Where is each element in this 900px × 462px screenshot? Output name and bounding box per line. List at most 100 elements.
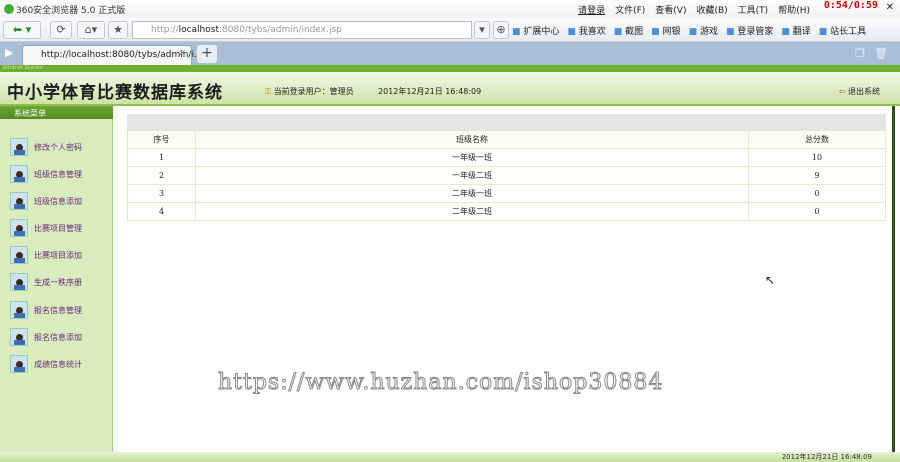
cell-total-score: 0 — [748, 202, 886, 221]
sidebar-item-class-manage[interactable]: 班级信息管理 — [10, 165, 82, 183]
sidebar-toggle-icon[interactable]: ▶ — [5, 46, 13, 59]
logout-button[interactable]: ⇦ 退出系统 — [839, 86, 880, 97]
user-card-icon — [10, 273, 28, 291]
close-window-icon[interactable]: ✕ — [886, 2, 894, 13]
translate[interactable]: 翻译 — [781, 24, 811, 37]
column-header-total-score: 总分数 — [748, 130, 886, 149]
cell-index: 2 — [127, 166, 196, 185]
sidebar-item-label: 生成一秩序册 — [34, 277, 82, 287]
user-card-icon — [10, 355, 28, 373]
screenshot[interactable]: 截图 — [614, 24, 643, 37]
sidebar-item-label: 报名信息管理 — [34, 305, 82, 315]
home-button[interactable]: ⌂▾ — [77, 21, 105, 39]
login-manager[interactable]: 登录管家 — [726, 24, 773, 37]
browser-titlebar: 360安全浏览器 5.0 正式版 请登录 文件(F) 查看(V) 收藏(B) 工… — [0, 0, 900, 18]
system-strip: Intranet System — [0, 65, 900, 72]
user-card-icon — [10, 192, 28, 210]
restore-icon[interactable]: ❐ — [855, 47, 865, 60]
url-host: localhost — [178, 25, 219, 35]
sidebar-item-change-password[interactable]: 修改个人密码 — [10, 138, 82, 156]
url-dropdown-icon[interactable]: ▾ — [474, 21, 490, 39]
cell-total-score: 0 — [748, 184, 886, 203]
browser-menu: 请登录 文件(F) 查看(V) 收藏(B) 工具(T) 帮助(H) — [578, 3, 810, 16]
login-link[interactable]: 请登录 — [578, 3, 605, 16]
cell-total-score: 10 — [748, 148, 886, 167]
sidebar-item-signup-add[interactable]: 报名信息添加 — [10, 328, 82, 346]
refresh-button[interactable]: ⟳ — [50, 21, 72, 39]
navigation-bar: ⬅ ▾ ⟳ ⌂▾ ★ http://localhost:8080/tybs/ad… — [0, 18, 900, 42]
header-datetime: 2012年12月21日 16:48:09 — [378, 87, 482, 96]
clock-overlay: 0:54/0:59 — [823, 0, 878, 11]
score-table: 序号 班级名称 总分数 1 一年级一班 10 2 一年级二班 9 3 二年级一班 0 4 二年级二班… — [127, 130, 886, 221]
column-header-class-name: 班级名称 — [195, 130, 749, 149]
shield-icon[interactable]: ⊕ — [493, 21, 509, 39]
menu-view[interactable]: 查看(V) — [655, 3, 686, 16]
sidebar-item-event-manage[interactable]: 比赛项目管理 — [10, 219, 82, 237]
user-card-icon — [10, 246, 28, 264]
cell-class-name: 二年级一班 — [195, 184, 749, 203]
my-likes[interactable]: 我喜欢 — [567, 24, 606, 37]
menu-tools[interactable]: 工具(T) — [738, 3, 769, 16]
sidebar-item-class-add[interactable]: 班级信息添加 — [10, 192, 82, 210]
table-row: 1 一年级一班 10 — [127, 148, 886, 167]
table-row: 3 二年级一班 0 — [127, 184, 886, 203]
mouse-cursor-icon: ↖ — [765, 273, 776, 287]
sidebar-item-signup-manage[interactable]: 报名信息管理 — [10, 301, 82, 319]
menu-file[interactable]: 文件(F) — [615, 3, 645, 16]
cell-class-name: 一年级一班 — [195, 148, 749, 167]
sidebar-item-label: 修改个人密码 — [34, 142, 82, 152]
watermark: https://www.huzhan.com/ishop30884 — [217, 370, 664, 396]
games[interactable]: 游戏 — [689, 24, 718, 37]
address-bar[interactable]: http://localhost:8080/tybs/admin/index.j… — [132, 21, 472, 39]
current-user: ⚿ 当前登录用户：管理员 — [265, 86, 354, 97]
current-user-label: 当前登录用户：管理员 — [273, 87, 354, 96]
user-lock-icon: ⚿ — [265, 87, 274, 96]
url-prefix: http:// — [151, 25, 179, 35]
new-tab-button[interactable]: + — [197, 45, 217, 63]
cell-index: 3 — [127, 184, 196, 203]
sidebar: 系统菜单 修改个人密码 班级信息管理 班级信息添加 比赛项目管理 比赛项目添加 … — [0, 106, 113, 452]
user-card-icon — [10, 219, 28, 237]
toolbar-extensions: 扩展中心 我喜欢 截图 网银 游戏 登录管家 翻译 站长工具 — [512, 24, 866, 37]
tab-bar: ▶ http://localhost:8080/tybs/admin/i... ✕… — [0, 42, 900, 65]
tab-active[interactable]: http://localhost:8080/tybs/admin/i... ✕ — [22, 45, 203, 65]
online-bank[interactable]: 网银 — [651, 24, 681, 37]
sidebar-item-label: 比赛项目管理 — [34, 223, 82, 233]
cell-total-score: 9 — [748, 166, 886, 185]
sidebar-item-label: 比赛项目添加 — [34, 250, 82, 260]
app-header: 中小学体育比赛数据库系统 ⚿ 当前登录用户：管理员 2012年12月21日 16… — [0, 72, 900, 106]
status-footer: 2012年12月21日 16:48:09 — [0, 452, 900, 462]
browser-title: 360安全浏览器 5.0 正式版 — [16, 6, 126, 16]
favorite-star-icon[interactable]: ★ — [108, 21, 128, 39]
sidebar-item-label: 成绩信息统计 — [34, 359, 82, 369]
score-table-container: 序号 班级名称 总分数 1 一年级一班 10 2 一年级二班 9 3 二年级一班 0 4 二年级二班… — [127, 114, 886, 221]
user-card-icon — [10, 328, 28, 346]
user-card-icon — [10, 138, 28, 156]
main-content: 序号 班级名称 总分数 1 一年级一班 10 2 一年级二班 9 3 二年级一班 0 4 二年级二班… — [118, 106, 895, 452]
table-row: 4 二年级二班 0 — [127, 202, 886, 221]
close-tab-icon[interactable]: ✕ — [178, 49, 186, 59]
logout-label: 退出系统 — [848, 87, 880, 96]
menu-help[interactable]: 帮助(H) — [778, 3, 810, 16]
sidebar-item-label: 报名信息添加 — [34, 332, 82, 342]
extension-center[interactable]: 扩展中心 — [512, 24, 559, 37]
cell-index: 1 — [127, 148, 196, 167]
column-header-index: 序号 — [127, 130, 196, 149]
user-card-icon — [10, 301, 28, 319]
page-title: 中小学体育比赛数据库系统 — [7, 83, 223, 103]
browser-logo-icon — [4, 4, 14, 14]
menu-favorites[interactable]: 收藏(B) — [696, 3, 727, 16]
cell-class-name: 一年级二班 — [195, 166, 749, 185]
logout-icon: ⇦ — [838, 87, 848, 96]
sidebar-item-score-stats[interactable]: 成绩信息统计 — [10, 355, 82, 373]
table-row: 2 一年级二班 9 — [127, 166, 886, 185]
sidebar-item-event-add[interactable]: 比赛项目添加 — [10, 246, 82, 264]
url-path: :8080/tybs/admin/index.jsp — [218, 25, 342, 35]
sidebar-item-generate-program[interactable]: 生成一秩序册 — [10, 273, 82, 291]
cell-index: 4 — [127, 202, 196, 221]
webmaster-tools[interactable]: 站长工具 — [819, 24, 866, 37]
user-card-icon — [10, 165, 28, 183]
back-button[interactable]: ⬅ ▾ — [3, 21, 41, 39]
table-toolbar — [127, 114, 886, 130]
trash-icon[interactable]: 🗑 — [874, 47, 888, 60]
